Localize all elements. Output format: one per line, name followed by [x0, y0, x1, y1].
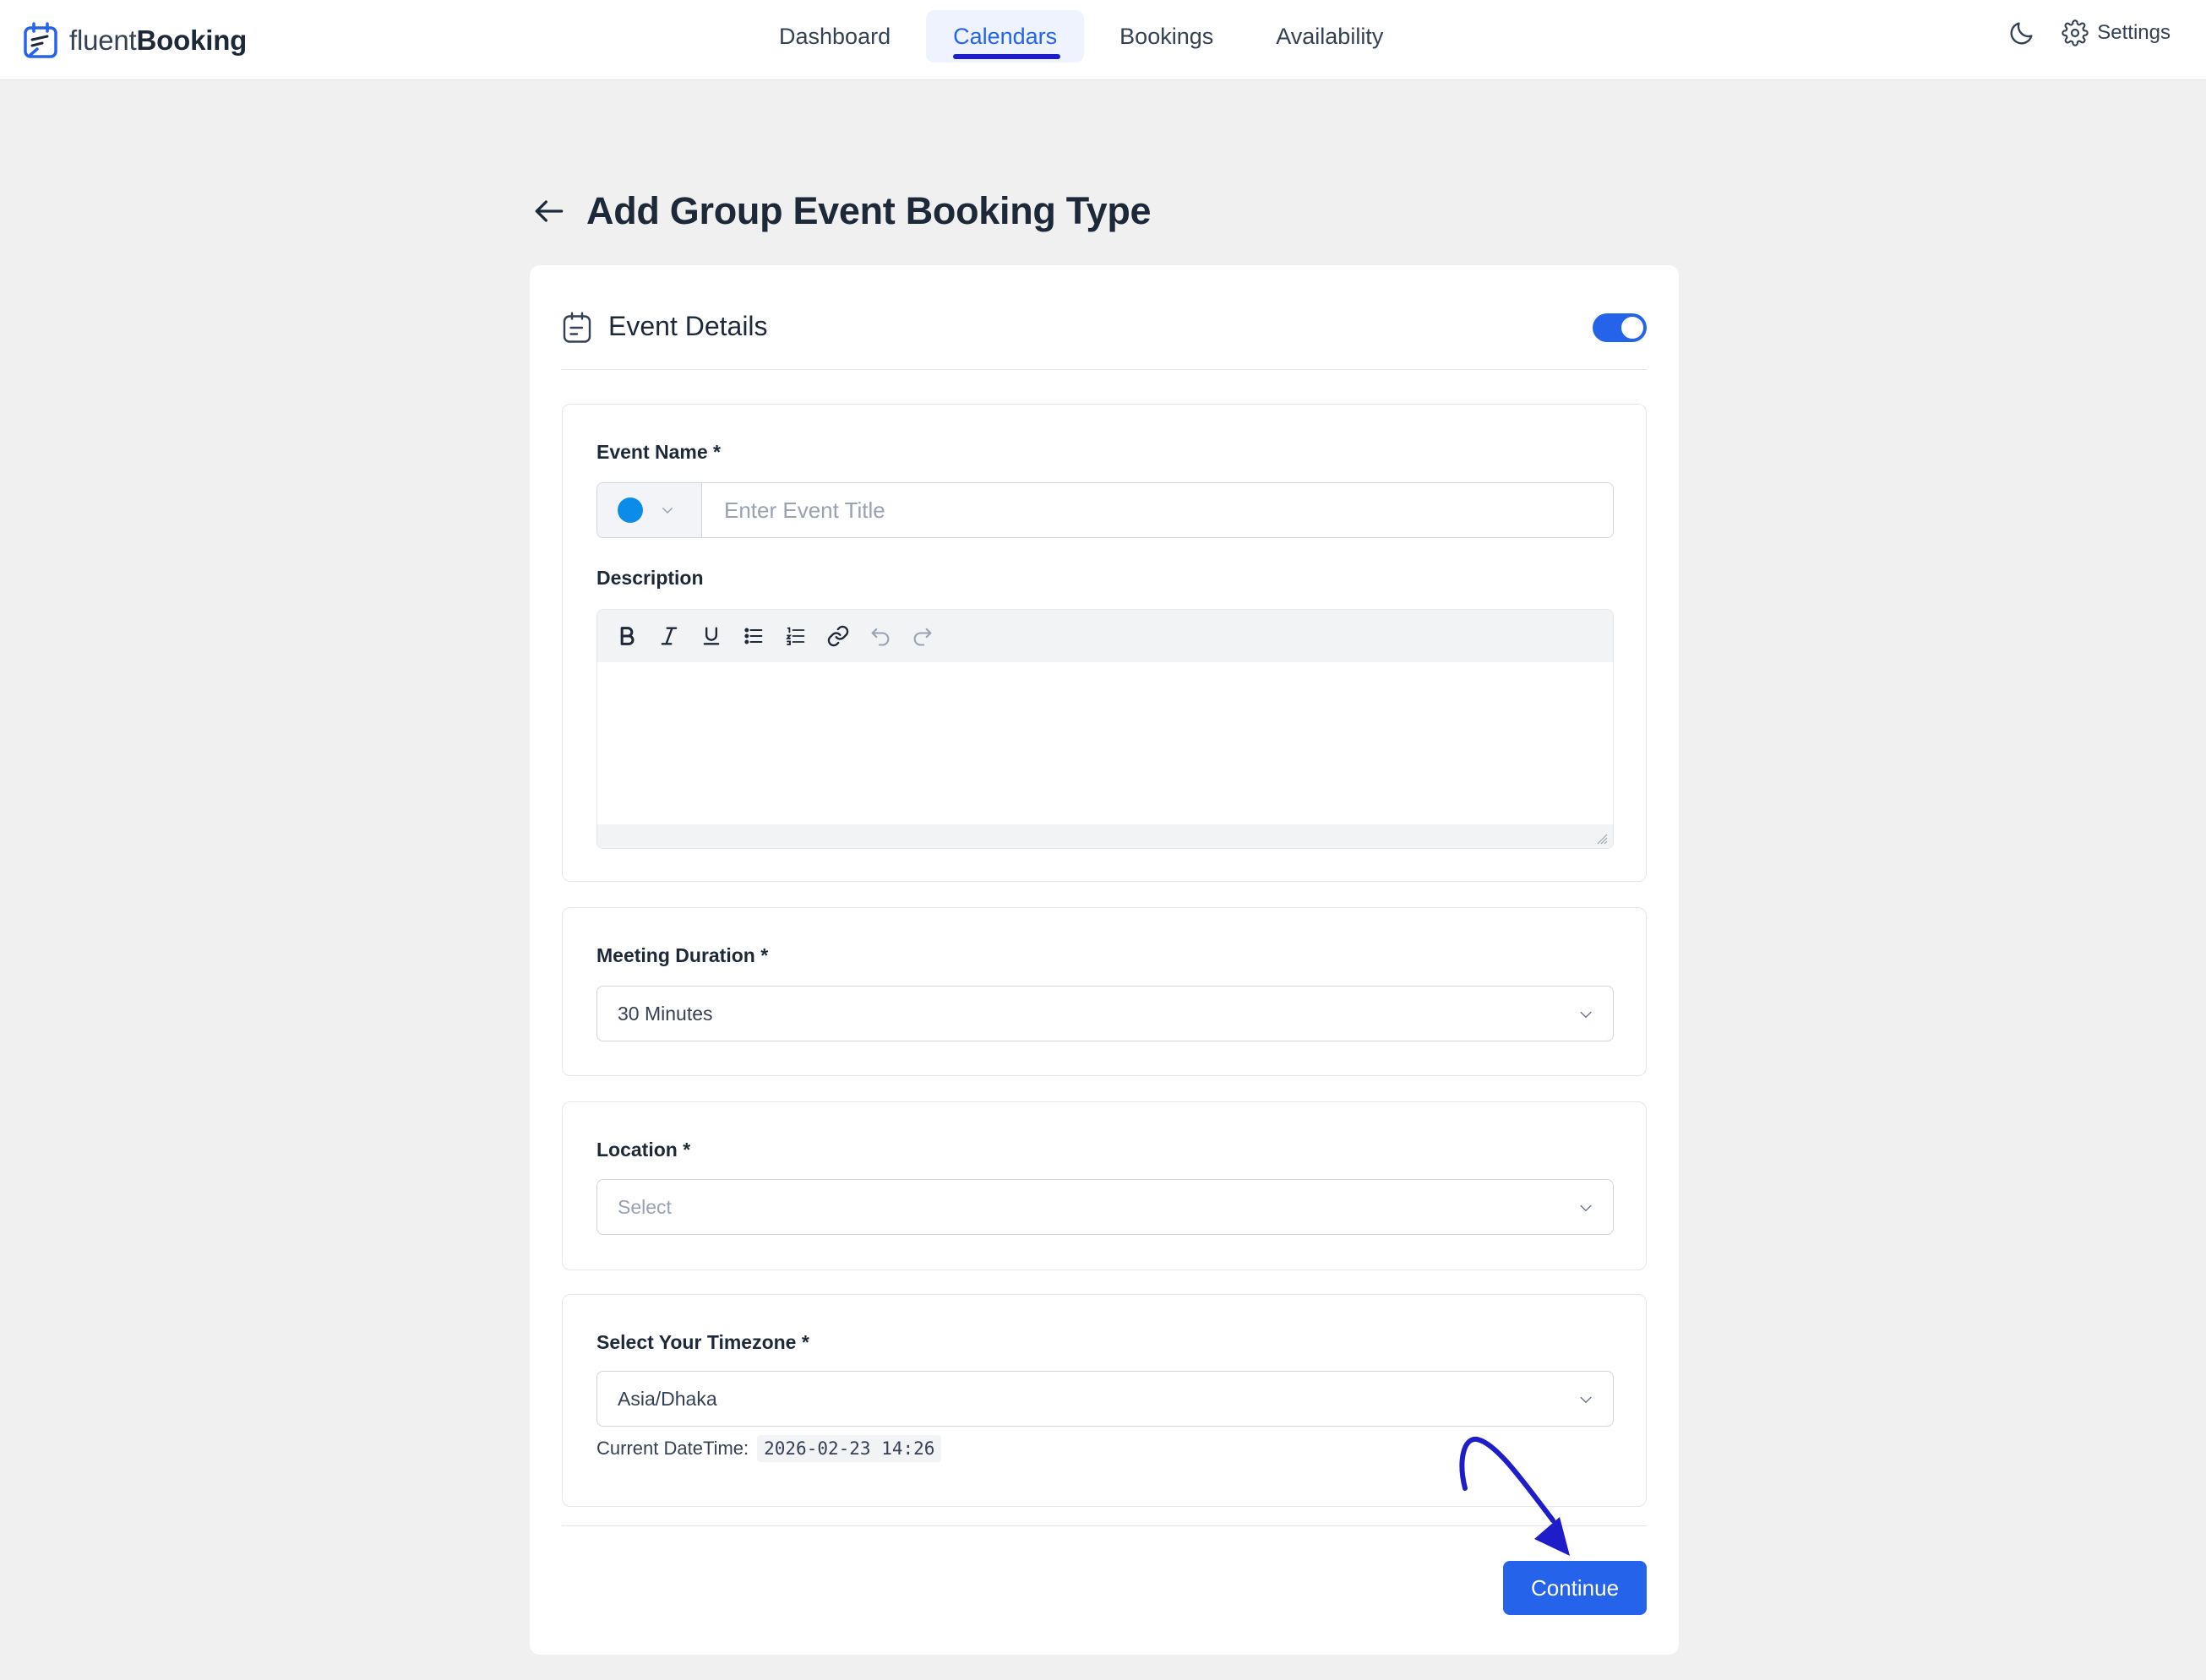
- meeting-duration-value: 30 Minutes: [618, 1002, 713, 1025]
- location-select[interactable]: Select: [596, 1179, 1614, 1235]
- italic-icon: [661, 627, 678, 645]
- event-enabled-toggle[interactable]: [1593, 313, 1647, 342]
- brand-logo-link[interactable]: fluentBooking: [22, 15, 247, 66]
- event-name-input-group: [596, 482, 1614, 538]
- settings-label: Settings: [2097, 21, 2171, 44]
- timezone-label: Select Your Timezone *: [596, 1331, 809, 1353]
- nav-item-label: Dashboard: [779, 23, 891, 49]
- brand-name: fluentBooking: [69, 24, 247, 57]
- timezone-section: Select Your Timezone * Asia/Dhaka Curren…: [562, 1294, 1647, 1507]
- location-placeholder: Select: [618, 1195, 672, 1218]
- current-datetime-value: 2026-02-23 14:26: [757, 1435, 942, 1462]
- event-color-picker[interactable]: [597, 483, 702, 537]
- nav-item-calendars[interactable]: Calendars: [926, 10, 1085, 63]
- nav-item-dashboard[interactable]: Dashboard: [752, 10, 918, 63]
- page-title: Add Group Event Booking Type: [586, 189, 1152, 232]
- meeting-duration-section: Meeting Duration * 30 Minutes: [562, 907, 1647, 1076]
- bold-button[interactable]: [609, 618, 645, 654]
- meeting-duration-select[interactable]: 30 Minutes: [596, 986, 1614, 1041]
- description-label: Description: [596, 567, 704, 589]
- calendar-note-icon: [563, 312, 591, 343]
- timezone-select[interactable]: Asia/Dhaka: [596, 1371, 1614, 1427]
- timezone-value: Asia/Dhaka: [618, 1387, 717, 1410]
- fluent-booking-logo-icon: [24, 22, 57, 58]
- underline-button[interactable]: [694, 618, 729, 654]
- description-editor: [596, 609, 1614, 849]
- current-datetime-row: Current DateTime: 2026-02-23 14:26: [596, 1435, 942, 1462]
- redo-button[interactable]: [905, 618, 940, 654]
- numbered-list-button[interactable]: [778, 618, 814, 654]
- name-description-section: Event Name * Description: [562, 404, 1647, 882]
- description-textarea[interactable]: [597, 662, 1613, 824]
- meeting-duration-label: Meeting Duration *: [596, 944, 769, 966]
- gear-icon: [2062, 19, 2089, 46]
- brand-name-light: fluent: [69, 24, 137, 56]
- toggle-knob: [1621, 317, 1643, 339]
- redo-icon: [913, 628, 932, 646]
- link-button[interactable]: [820, 618, 856, 654]
- nav-item-label: Calendars: [953, 23, 1058, 49]
- arrow-left-icon[interactable]: [531, 193, 568, 230]
- active-nav-underline: [953, 54, 1061, 59]
- footer-divider: [562, 1525, 1647, 1526]
- resize-handle-icon[interactable]: [1594, 831, 1608, 845]
- current-datetime-label: Current DateTime:: [596, 1438, 749, 1459]
- italic-button[interactable]: [651, 618, 687, 654]
- editor-status-bar: [597, 824, 1613, 848]
- top-navigation-bar: fluentBooking Dashboard Calendars Bookin…: [0, 0, 2206, 80]
- location-label: Location *: [596, 1139, 691, 1161]
- card-title: Event Details: [608, 311, 768, 341]
- event-title-input[interactable]: [702, 483, 1613, 537]
- editor-toolbar: [597, 610, 1613, 662]
- settings-button[interactable]: Settings: [2062, 19, 2171, 46]
- nav-item-label: Availability: [1276, 23, 1384, 49]
- brand-name-bold: Booking: [136, 24, 248, 56]
- undo-icon: [871, 628, 890, 646]
- bold-icon: [620, 627, 635, 645]
- page-header: Add Group Event Booking Type: [531, 189, 1152, 233]
- bullet-list-icon: [744, 628, 763, 644]
- chevron-down-icon: [1580, 1011, 1592, 1019]
- continue-button[interactable]: Continue: [1503, 1561, 1647, 1615]
- link-icon: [827, 625, 849, 647]
- nav-item-availability[interactable]: Availability: [1249, 10, 1410, 63]
- numbered-list-icon: [786, 627, 805, 645]
- underline-icon: [703, 627, 720, 645]
- moon-icon[interactable]: [2007, 19, 2036, 47]
- card-header: Event Details: [562, 265, 1647, 370]
- chevron-down-icon: [1580, 1204, 1592, 1212]
- event-name-label: Event Name *: [596, 441, 722, 463]
- nav-item-bookings[interactable]: Bookings: [1092, 10, 1240, 63]
- bullet-list-button[interactable]: [736, 618, 771, 654]
- chevron-down-icon: [1580, 1396, 1592, 1404]
- location-section: Location * Select: [562, 1101, 1647, 1270]
- main-nav: Dashboard Calendars Bookings Availabilit…: [752, 10, 1410, 63]
- color-swatch: [618, 497, 643, 523]
- undo-button[interactable]: [863, 618, 898, 654]
- chevron-down-icon: [662, 508, 673, 514]
- header-actions: Settings: [2007, 19, 2171, 47]
- event-details-card: Event Details Event Name * Description: [530, 265, 1679, 1655]
- nav-item-label: Bookings: [1119, 23, 1214, 49]
